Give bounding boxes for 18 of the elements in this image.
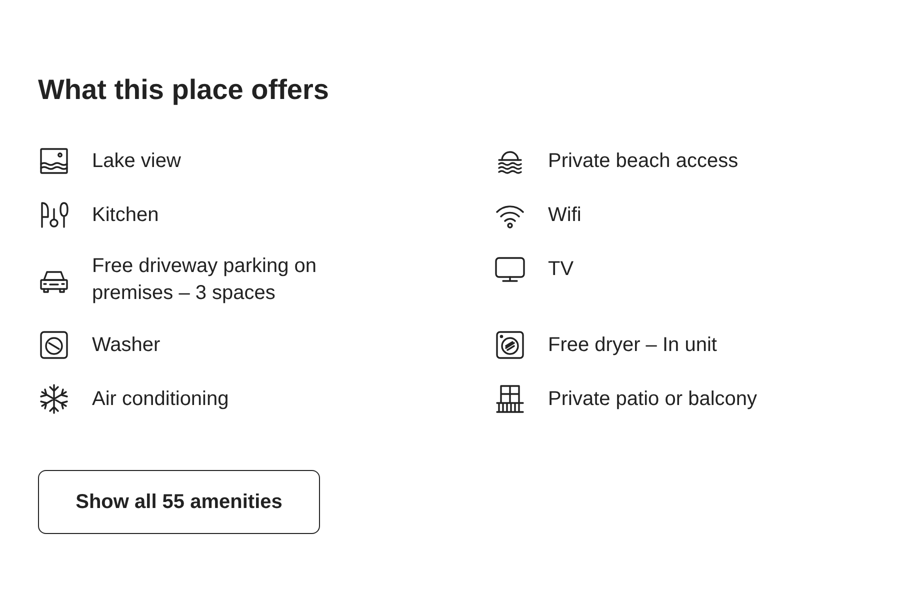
utensils-icon bbox=[38, 199, 70, 231]
balcony-icon bbox=[494, 383, 526, 415]
amenity-label: Wifi bbox=[548, 202, 582, 228]
amenity-label: Lake view bbox=[92, 148, 181, 174]
amenity-label: Private beach access bbox=[548, 148, 738, 174]
amenity-label: Private patio or balcony bbox=[548, 386, 758, 412]
dryer-icon bbox=[494, 329, 526, 361]
picture-icon bbox=[38, 145, 70, 177]
amenity-label: Kitchen bbox=[92, 202, 159, 228]
snowflake-icon bbox=[38, 383, 70, 415]
amenity-label: TV bbox=[548, 256, 574, 282]
amenity-label: Free dryer – In unit bbox=[548, 332, 717, 358]
amenity-label: Washer bbox=[92, 332, 160, 358]
washer-icon bbox=[38, 329, 70, 361]
amenity-label: Free driveway parking on premises – 3 spaces bbox=[92, 254, 318, 306]
section-title: What this place offers bbox=[38, 73, 330, 107]
show-all-amenities-button[interactable]: Show all 55 amenities bbox=[38, 470, 320, 534]
amenity-label: Air conditioning bbox=[92, 386, 229, 412]
